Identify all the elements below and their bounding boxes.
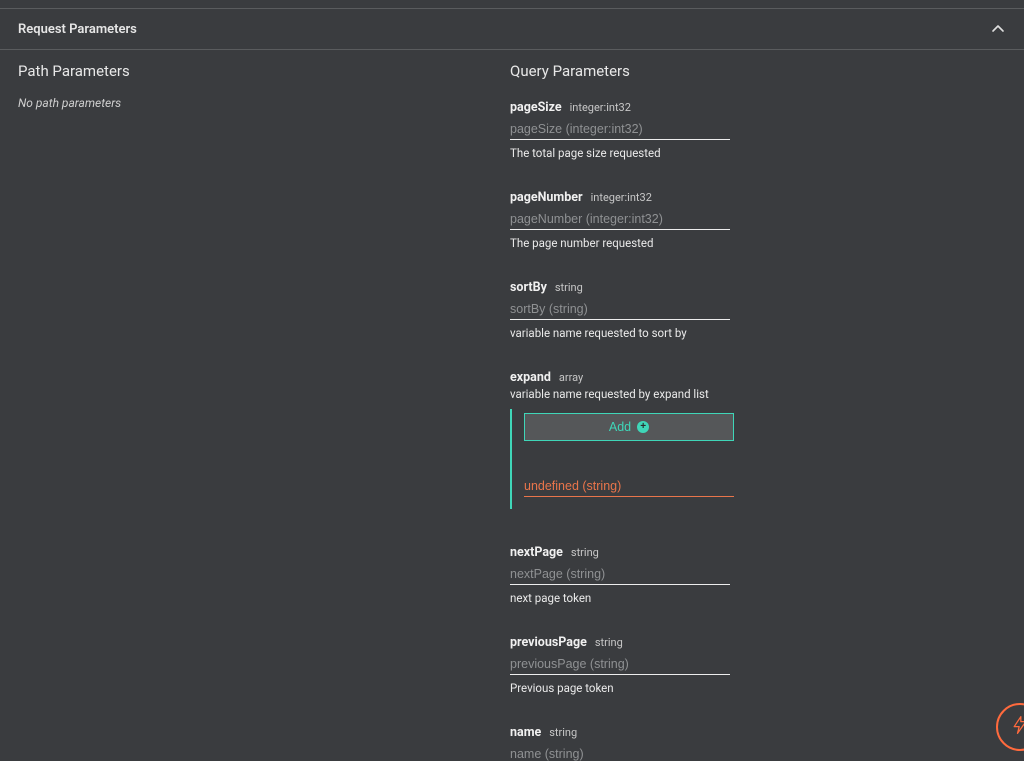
param-pageSize: pageSize integer:int32 The total page si…: [510, 96, 1006, 160]
param-description: next page token: [510, 591, 1006, 605]
param-type: string: [549, 726, 577, 739]
param-name: nextPage: [510, 545, 563, 560]
param-name-field: name string: [510, 721, 1006, 761]
expand-array-block: Add +: [510, 409, 1006, 509]
param-name: previousPage: [510, 635, 587, 650]
param-pageNumber: pageNumber integer:int32 The page number…: [510, 186, 1006, 250]
param-name: expand: [510, 370, 551, 385]
param-expand: expand array variable name requested by …: [510, 366, 1006, 509]
param-description: The page number requested: [510, 236, 1006, 250]
param-previousPage: previousPage string Previous page token: [510, 631, 1006, 695]
request-parameters-header[interactable]: Request Parameters: [0, 8, 1024, 50]
pageSize-input[interactable]: [510, 118, 730, 140]
param-type: string: [555, 281, 583, 294]
param-description: Previous page token: [510, 681, 1006, 695]
lightning-icon: [1010, 715, 1024, 739]
plus-icon: +: [637, 421, 649, 433]
query-parameters-column: Query Parameters pageSize integer:int32 …: [510, 62, 1006, 761]
param-description: variable name requested to sort by: [510, 326, 1006, 340]
param-type: string: [595, 636, 623, 649]
nextPage-input[interactable]: [510, 563, 730, 585]
param-name: pageNumber: [510, 190, 583, 205]
param-type: integer:int32: [570, 101, 631, 114]
expand-add-button[interactable]: Add +: [524, 413, 734, 441]
pageNumber-input[interactable]: [510, 208, 730, 230]
param-type: integer:int32: [591, 191, 652, 204]
path-parameters-column: Path Parameters No path parameters: [18, 62, 510, 761]
query-parameters-title: Query Parameters: [510, 62, 1006, 80]
param-type: string: [571, 546, 599, 559]
param-sortBy: sortBy string variable name requested to…: [510, 276, 1006, 340]
section-title: Request Parameters: [18, 22, 137, 37]
param-name: name: [510, 725, 541, 740]
param-name: sortBy: [510, 280, 547, 295]
path-parameters-title: Path Parameters: [18, 62, 490, 80]
param-nextPage: nextPage string next page token: [510, 541, 1006, 605]
param-type: array: [559, 371, 583, 384]
name-input[interactable]: [510, 743, 730, 761]
no-path-parameters-text: No path parameters: [18, 96, 490, 110]
param-description: variable name requested by expand list: [510, 387, 1006, 401]
param-name: pageSize: [510, 100, 562, 115]
sortBy-input[interactable]: [510, 298, 730, 320]
expand-item-input[interactable]: [524, 475, 734, 497]
previousPage-input[interactable]: [510, 653, 730, 675]
chevron-up-icon[interactable]: [990, 21, 1006, 37]
add-label: Add: [609, 420, 631, 434]
param-description: The total page size requested: [510, 146, 1006, 160]
